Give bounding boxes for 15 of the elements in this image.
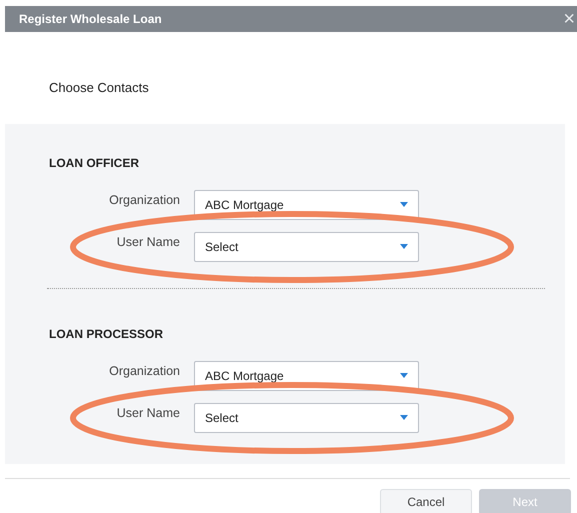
section-title: LOAN PROCESSOR [48, 326, 164, 342]
field-label: Organization [108, 363, 181, 380]
section-title: LOAN OFFICER [48, 154, 140, 172]
window-title: Register Wholesale Loan [19, 11, 162, 28]
heading: Choose Contacts [48, 79, 150, 97]
select-field[interactable]: Select [194, 402, 419, 432]
field-label: User Name [116, 405, 181, 422]
select-field[interactable]: Select [194, 232, 419, 262]
caret-icon [400, 415, 408, 420]
caret-icon [400, 373, 408, 378]
field-label: Organization [108, 192, 181, 210]
caret-icon [400, 244, 408, 249]
field-label: User Name [116, 234, 181, 252]
caret-icon [400, 202, 408, 207]
cancel-button[interactable]: Cancel [380, 488, 472, 513]
